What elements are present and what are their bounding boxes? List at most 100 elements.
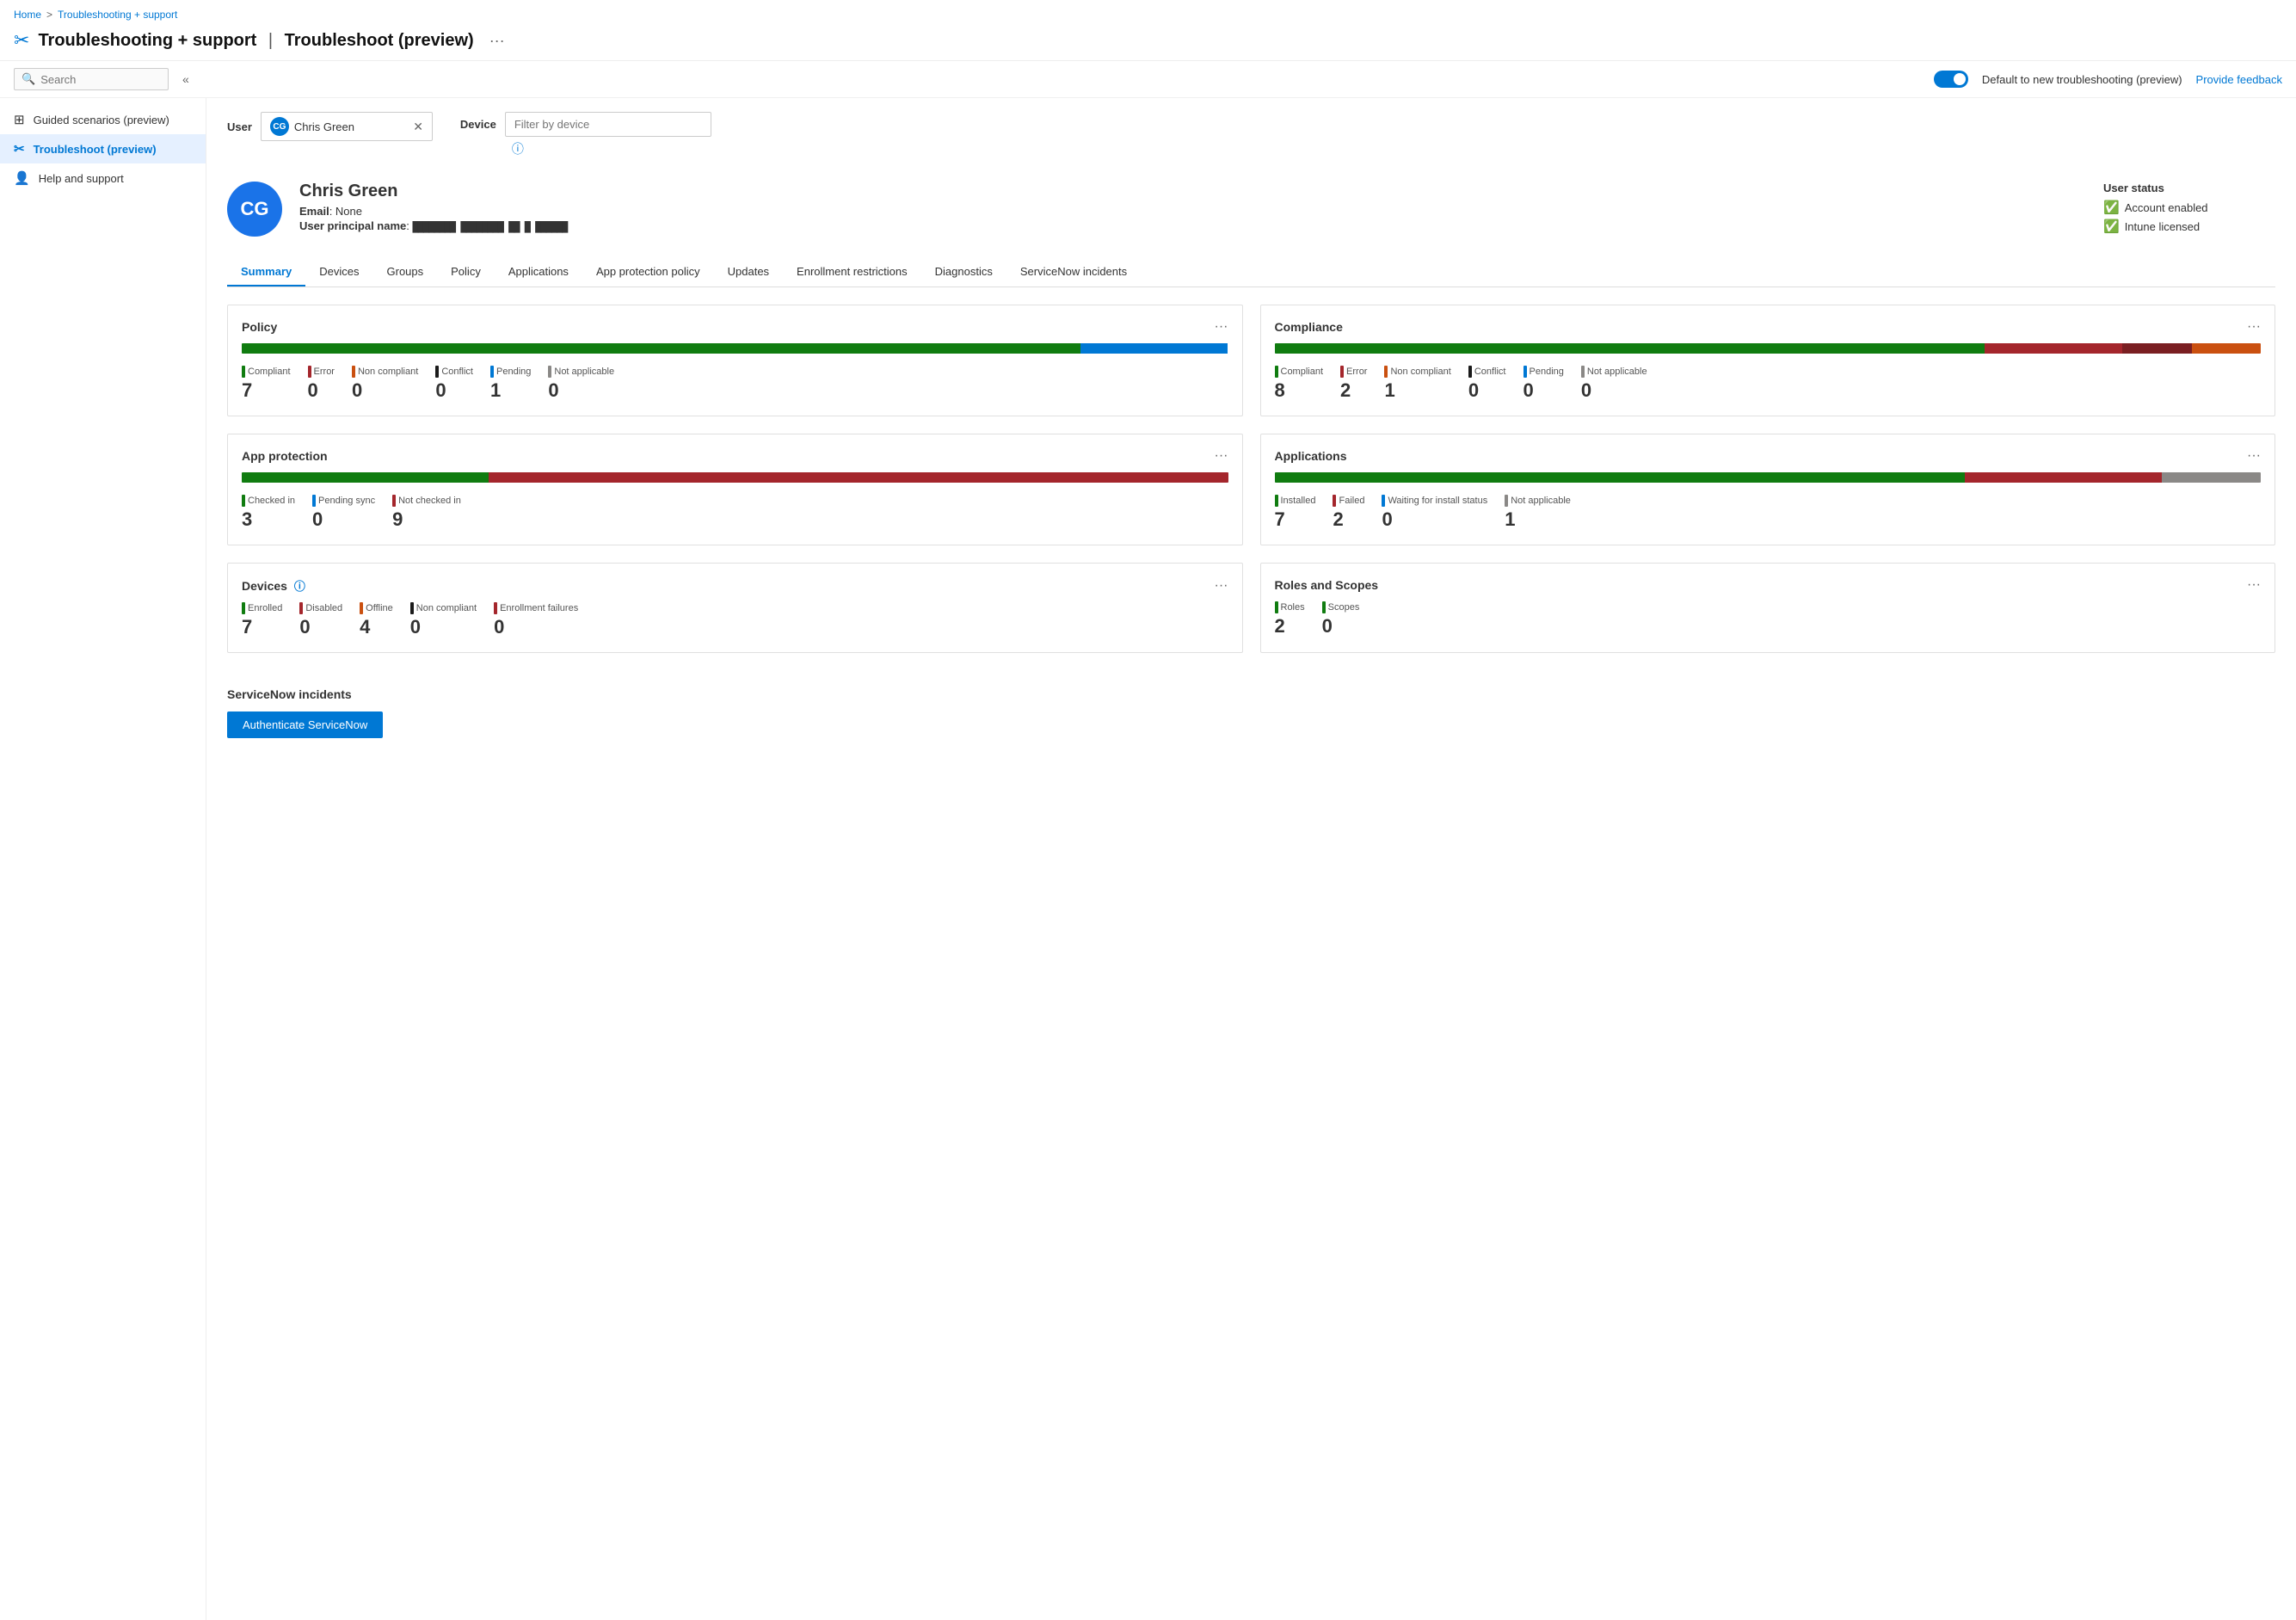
compliance-bar-compliant [1275,343,1985,354]
tab-updates[interactable]: Updates [714,258,783,286]
collapse-sidebar-button[interactable]: « [182,72,189,86]
applications-card-title: Applications [1275,449,1347,463]
header-more-button[interactable]: ··· [489,32,505,50]
compliance-conflict-value: 0 [1468,379,1506,402]
compliance-bar-chart [1275,343,2262,354]
sidebar-item-troubleshoot[interactable]: ✂ Troubleshoot (preview) [0,134,206,163]
compliance-card-more-button[interactable]: ··· [2247,319,2261,335]
roles-scopes-card-title: Roles and Scopes [1275,578,1379,592]
user-chip: CG Chris Green ✕ [261,112,433,141]
compliance-stat-na: Not applicable 0 [1581,366,1647,402]
policy-card-header: Policy ··· [242,319,1228,335]
applications-stats-row: Installed 7 Failed 2 Waiting for install… [1275,495,2262,531]
sidebar-item-guided[interactable]: ⊞ Guided scenarios (preview) [0,105,206,134]
tab-devices[interactable]: Devices [305,258,372,286]
servicenow-title: ServiceNow incidents [227,687,2275,701]
policy-noncompliant-indicator [352,366,355,378]
app-protection-checkedin-value: 3 [242,508,295,531]
tab-servicenow[interactable]: ServiceNow incidents [1006,258,1141,286]
policy-stat-conflict: Conflict 0 [435,366,473,402]
applications-na-indicator [1505,495,1508,507]
roles-value: 2 [1275,615,1305,638]
tab-diagnostics[interactable]: Diagnostics [921,258,1006,286]
user-profile-info: Chris Green Email: None User principal n… [299,182,567,235]
compliance-card-header: Compliance ··· [1275,319,2262,335]
default-toggle[interactable] [1934,71,1968,88]
breadcrumb-current: Troubleshooting + support [58,9,177,21]
account-enabled-label: Account enabled [2125,201,2208,214]
policy-compliant-value: 7 [242,379,291,402]
sidebar-item-help-label: Help and support [39,172,124,185]
user-chip-close-button[interactable]: ✕ [413,120,423,134]
roles-scopes-stats-row: Roles 2 Scopes 0 [1275,601,2262,638]
devices-stat-failures: Enrollment failures 0 [494,602,578,638]
applications-installed-value: 7 [1275,508,1316,531]
app-protection-bar-notcheckedin [489,472,1228,483]
devices-card: Devices ⓘ ··· Enrolled 7 Disabled 0 [227,563,1243,653]
devices-enrolled-indicator [242,602,245,614]
intune-licensed-icon: ✅ [2103,219,2120,234]
applications-failed-indicator [1333,495,1336,507]
tab-applications[interactable]: Applications [495,258,582,286]
breadcrumb-home[interactable]: Home [14,9,41,21]
devices-offline-indicator [360,602,363,614]
user-filter-group: User CG Chris Green ✕ [227,112,433,141]
tab-summary[interactable]: Summary [227,258,305,286]
applications-card-more-button[interactable]: ··· [2247,448,2261,464]
account-enabled-status: ✅ Account enabled [2103,200,2275,215]
tab-app-protection[interactable]: App protection policy [582,258,714,286]
policy-error-indicator [308,366,311,378]
intune-licensed-status: ✅ Intune licensed [2103,219,2275,234]
policy-stat-noncompliant: Non compliant 0 [352,366,418,402]
policy-card-more-button[interactable]: ··· [1215,319,1228,335]
devices-card-header: Devices ⓘ ··· [242,577,1228,594]
compliance-bar-error [1985,343,2123,354]
user-email: Email: None [299,205,567,218]
app-protection-card-more-button[interactable]: ··· [1215,448,1228,464]
applications-waiting-indicator [1382,495,1385,507]
roles-scopes-card-more-button[interactable]: ··· [2247,577,2261,593]
policy-card: Policy ··· Compliant 7 Error 0 [227,305,1243,416]
search-input[interactable] [40,73,152,86]
compliance-conflict-indicator [1468,366,1472,378]
sidebar-item-help[interactable]: 👤 Help and support [0,163,206,193]
search-icon: 🔍 [22,72,35,86]
app-protection-card-title: App protection [242,449,328,463]
devices-disabled-indicator [299,602,303,614]
tab-enrollment[interactable]: Enrollment restrictions [783,258,921,286]
app-protection-bar-chart [242,472,1228,483]
app-protection-stat-notcheckedin: Not checked in 9 [392,495,461,531]
roles-scopes-stat-roles: Roles 2 [1275,601,1305,638]
user-chip-avatar: CG [270,117,289,136]
user-chip-name: Chris Green [294,120,408,133]
devices-offline-value: 4 [360,616,393,638]
search-box[interactable]: 🔍 [14,68,169,90]
dashboard-grid: Policy ··· Compliant 7 Error 0 [227,305,2275,738]
tab-policy[interactable]: Policy [437,258,495,286]
policy-conflict-indicator [435,366,439,378]
wrench-icon: ✂ [14,29,29,52]
top-bar: 🔍 « Default to new troubleshooting (prev… [0,61,2296,98]
devices-card-info-icon[interactable]: ⓘ [294,580,305,593]
filter-row: User CG Chris Green ✕ Device ⓘ [227,112,2275,157]
policy-compliant-indicator [242,366,245,378]
tab-groups[interactable]: Groups [373,258,438,286]
policy-stat-compliant: Compliant 7 [242,366,291,402]
device-filter-input[interactable] [505,112,711,137]
compliance-compliant-value: 8 [1275,379,1324,402]
applications-stat-na: Not applicable 1 [1505,495,1571,531]
scopes-indicator [1322,601,1326,613]
device-info-icon[interactable]: ⓘ [512,142,524,156]
provide-feedback-link[interactable]: Provide feedback [2196,73,2282,86]
policy-bar-compliant [242,343,1080,354]
devices-card-more-button[interactable]: ··· [1215,578,1228,594]
compliance-noncompliant-indicator [1384,366,1388,378]
devices-noncompliant-indicator [410,602,414,614]
compliance-bar-noncompliant [2122,343,2191,354]
devices-failures-indicator [494,602,497,614]
main-content: User CG Chris Green ✕ Device ⓘ CG [206,98,2296,1620]
authenticate-servicenow-button[interactable]: Authenticate ServiceNow [227,711,383,738]
app-protection-card: App protection ··· Checked in 3 Pending … [227,434,1243,545]
app-protection-card-header: App protection ··· [242,448,1228,464]
roles-scopes-stat-scopes: Scopes 0 [1322,601,1360,638]
